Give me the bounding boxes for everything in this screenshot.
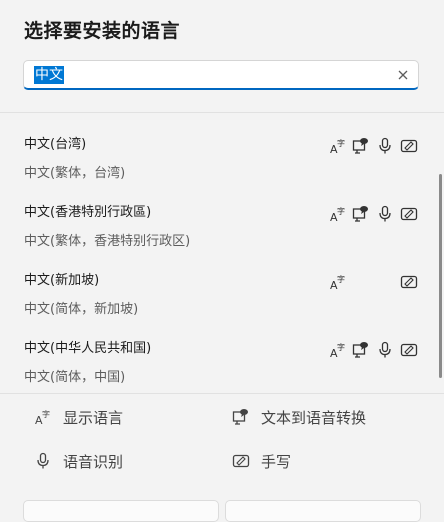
handwriting-icon	[400, 273, 418, 291]
cancel-button[interactable]	[225, 500, 421, 522]
svg-text:字: 字	[337, 274, 345, 284]
language-item[interactable]: 中文(台湾) 中文(繁体，台湾) A字	[0, 125, 444, 193]
speech-recognition-icon	[376, 341, 394, 359]
legend-speech-recognition: 语音识别	[63, 453, 124, 471]
speech-recognition-icon	[376, 137, 394, 155]
svg-text:字: 字	[42, 409, 50, 419]
display-language-icon: A字	[329, 205, 347, 223]
language-native-name: 中文(繁体，香港特别行政区)	[24, 234, 191, 249]
language-native-name: 中文(简体，新加坡)	[24, 302, 139, 317]
display-language-icon: A字	[329, 137, 347, 155]
search-input-value: 中文	[34, 66, 64, 84]
display-language-icon: A字	[34, 408, 52, 426]
language-native-name: 中文(简体，中国)	[24, 370, 126, 385]
legend-display-language: 显示语言	[63, 409, 124, 427]
speech-recognition-icon	[376, 205, 394, 223]
language-item[interactable]: 中文(中华人民共和国) 中文(简体，中国) A字	[0, 329, 444, 393]
handwriting-icon	[400, 341, 418, 359]
display-language-icon: A字	[329, 341, 347, 359]
svg-text:字: 字	[337, 138, 345, 148]
handwriting-icon	[400, 205, 418, 223]
text-to-speech-icon	[232, 408, 250, 426]
language-native-name: 中文(繁体，台湾)	[24, 166, 126, 181]
svg-text:字: 字	[337, 206, 345, 216]
handwriting-icon	[232, 452, 250, 470]
legend-text-to-speech: 文本到语音转换	[261, 409, 367, 427]
language-name: 中文(中华人民共和国)	[24, 341, 152, 356]
text-to-speech-icon	[352, 205, 370, 223]
text-to-speech-icon	[352, 341, 370, 359]
legend-divider	[0, 393, 444, 394]
next-button[interactable]	[23, 500, 219, 522]
close-icon[interactable]	[397, 69, 409, 81]
list-scrollbar[interactable]	[439, 174, 442, 378]
language-item[interactable]: 中文(新加坡) 中文(简体，新加坡) A字	[0, 261, 444, 329]
language-list: 中文(台湾) 中文(繁体，台湾) A字 中文(香港特別行政區) 中文(繁体，香港…	[0, 113, 444, 393]
language-item[interactable]: 中文(香港特別行政區) 中文(繁体，香港特别行政区) A字	[0, 193, 444, 261]
legend-handwriting: 手写	[261, 453, 292, 471]
language-name: 中文(香港特別行政區)	[24, 205, 152, 220]
speech-recognition-icon	[34, 452, 52, 470]
language-name: 中文(台湾)	[24, 137, 87, 152]
handwriting-icon	[400, 137, 418, 155]
svg-text:字: 字	[337, 342, 345, 352]
dialog-title: 选择要安装的语言	[24, 20, 181, 42]
language-search-input[interactable]: 中文	[23, 60, 419, 90]
text-to-speech-icon	[352, 137, 370, 155]
language-name: 中文(新加坡)	[24, 273, 100, 288]
display-language-icon: A字	[329, 273, 347, 291]
